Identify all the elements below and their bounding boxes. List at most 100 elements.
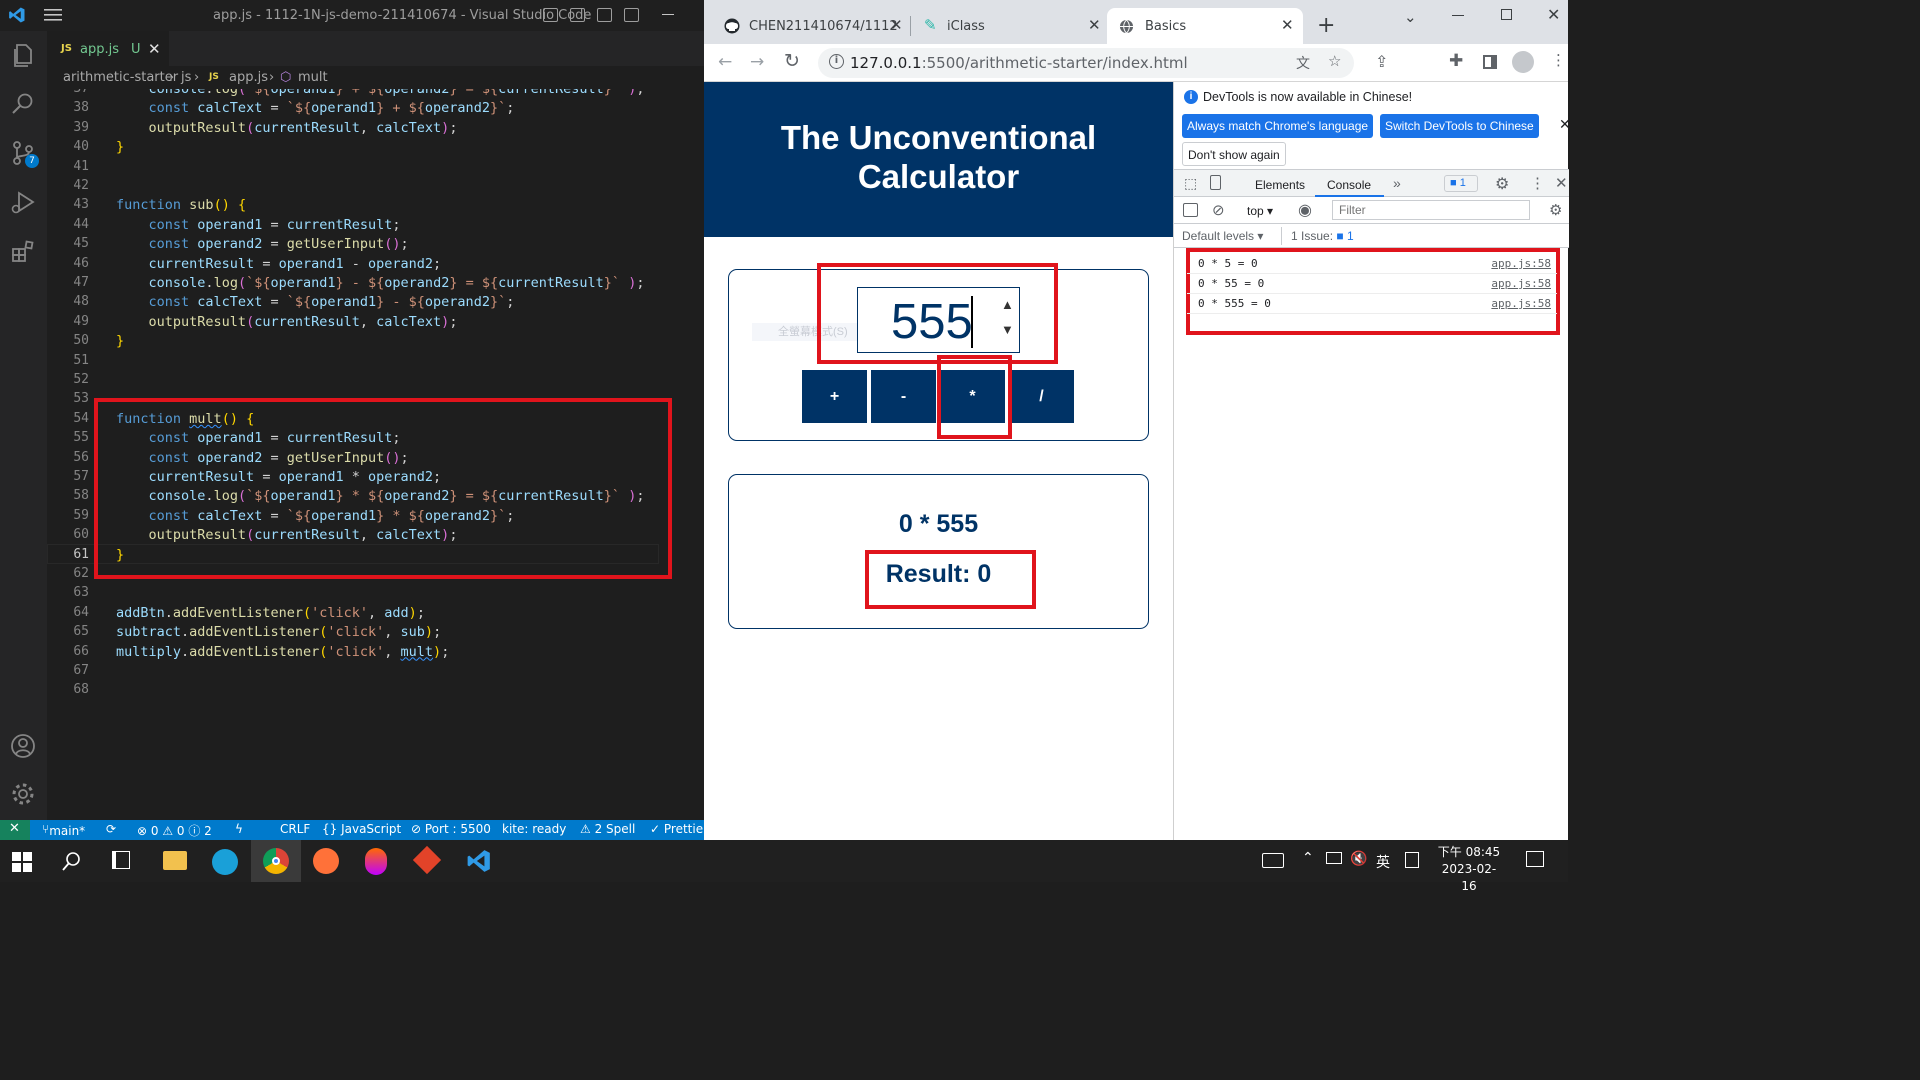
dont-show-again-button[interactable]: Don't show again <box>1182 142 1286 166</box>
always-match-language-button[interactable]: Always match Chrome's language <box>1182 114 1374 138</box>
toggle-secondary-sidebar-icon[interactable] <box>597 8 612 22</box>
notifications-icon[interactable] <box>1526 851 1544 867</box>
customize-layout-icon[interactable] <box>624 8 639 22</box>
spell-status[interactable]: ⚠ 2 Spell <box>580 822 635 836</box>
breadcrumb-symbol[interactable]: mult <box>298 70 328 85</box>
log-source-link[interactable]: app.js:58 <box>1491 277 1551 290</box>
issues-counter[interactable]: 1 Issue: ■ 1 <box>1291 229 1354 243</box>
tab-elements[interactable]: Elements <box>1255 178 1305 192</box>
run-debug-icon[interactable] <box>9 188 37 216</box>
vscode-taskbar-icon[interactable] <box>466 848 492 874</box>
maximize-icon[interactable] <box>1501 9 1512 20</box>
customize-menu-icon[interactable]: ⋮ <box>1530 174 1545 192</box>
chrome-menu-icon[interactable]: ⋮ <box>1551 51 1566 69</box>
profile-avatar[interactable] <box>1512 51 1534 73</box>
file-explorer-icon[interactable] <box>163 851 187 870</box>
tab-search-chevron-icon[interactable]: ⌄ <box>1404 8 1417 26</box>
breadcrumb-file[interactable]: app.js <box>229 70 268 85</box>
eol-indicator[interactable]: CRLF <box>280 822 310 836</box>
accounts-icon[interactable] <box>9 732 37 760</box>
browser-tab-github[interactable]: CHEN211410674/1112 ✕ <box>712 8 910 44</box>
flame-app-icon[interactable] <box>365 848 387 875</box>
explorer-icon[interactable] <box>9 41 37 69</box>
close-tab-icon[interactable]: ✕ <box>890 16 903 34</box>
tab-console[interactable]: Console <box>1327 178 1371 192</box>
close-tab-icon[interactable]: ✕ <box>1281 16 1294 34</box>
browser-tab-basics[interactable]: Basics ✕ <box>1107 8 1303 44</box>
sync-icon[interactable]: ⟳ <box>106 822 116 836</box>
network-icon[interactable] <box>1326 852 1342 864</box>
chevron-up-icon[interactable]: ⌃ <box>1302 850 1314 866</box>
tab-app-js[interactable]: JS app.js U ✕ <box>47 31 169 66</box>
more-tabs-icon[interactable]: » <box>1393 175 1401 191</box>
close-notice-icon[interactable]: ✕ <box>1559 116 1571 133</box>
new-tab-icon[interactable]: + <box>1317 13 1335 38</box>
console-filter-input[interactable] <box>1332 200 1530 220</box>
ime-mode-icon[interactable] <box>1405 852 1419 868</box>
add-button[interactable]: + <box>802 370 867 423</box>
system-clock[interactable]: 下午 08:45 2023-02-16 <box>1437 844 1501 895</box>
volume-muted-icon[interactable]: 🔇 <box>1350 851 1367 867</box>
manage-gear-icon[interactable] <box>9 780 37 808</box>
problems-indicator[interactable]: ⊗ 0 ⚠ 0 ⓘ 2 <box>137 822 212 839</box>
extensions-icon[interactable] <box>9 237 37 265</box>
sidebar-toggle-icon[interactable] <box>1183 203 1198 217</box>
back-icon[interactable]: ← <box>718 52 732 72</box>
device-toolbar-icon[interactable] <box>1210 175 1221 190</box>
side-panel-icon[interactable] <box>1483 55 1497 69</box>
language-indicator[interactable]: {} JavaScript <box>322 822 401 836</box>
search-icon[interactable] <box>9 90 37 118</box>
context-selector[interactable]: top ▾ <box>1247 204 1273 218</box>
minimize-icon[interactable] <box>1452 15 1464 17</box>
toggle-sidebar-icon[interactable] <box>543 8 558 22</box>
live-expression-eye-icon[interactable]: ◉ <box>1298 200 1312 220</box>
prettier-status[interactable]: ✓ Prettier <box>650 822 708 836</box>
firefox-icon[interactable] <box>313 848 339 874</box>
site-info-icon[interactable]: i <box>829 54 844 69</box>
remote-indicator[interactable]: ✕ <box>0 820 30 840</box>
settings-gear-icon[interactable]: ⚙ <box>1495 174 1509 194</box>
windows-start-icon[interactable] <box>12 852 32 872</box>
tab-title: CHEN211410674/1112 <box>749 19 898 34</box>
untracked-indicator: U <box>131 42 141 57</box>
divide-button[interactable]: / <box>1009 370 1074 423</box>
close-devtools-icon[interactable]: ✕ <box>1555 174 1568 192</box>
clear-console-icon[interactable]: ⊘ <box>1212 201 1225 219</box>
log-source-link[interactable]: app.js:58 <box>1491 297 1551 310</box>
task-view-icon[interactable] <box>112 851 130 869</box>
hamburger-menu-icon[interactable] <box>44 8 62 22</box>
address-bar[interactable]: i 127.0.0.1:5500/arithmetic-starter/inde… <box>818 48 1354 78</box>
reload-icon[interactable]: ↻ <box>784 50 800 72</box>
minimize-icon[interactable] <box>662 14 674 15</box>
close-tab-icon[interactable]: ✕ <box>1088 16 1101 34</box>
share-icon[interactable]: ⇪ <box>1375 52 1388 71</box>
subtract-button[interactable]: - <box>871 370 936 423</box>
browser-tab-iclass[interactable]: ✎ iClass ✕ <box>910 8 1107 44</box>
search-icon[interactable] <box>62 851 82 871</box>
inspect-element-icon[interactable]: ⬚ <box>1184 175 1197 192</box>
lightning-icon[interactable]: ϟ <box>235 822 243 836</box>
ime-indicator[interactable]: 英 <box>1376 852 1390 872</box>
bookmark-star-icon[interactable]: ☆ <box>1328 52 1341 70</box>
forward-icon[interactable]: → <box>750 52 764 72</box>
browser-tab-strip: CHEN211410674/1112 ✕ ✎ iClass ✕ Basics ✕… <box>704 0 1568 44</box>
breadcrumb-js-folder[interactable]: js <box>181 70 191 85</box>
globe-icon <box>1119 19 1134 34</box>
log-source-link[interactable]: app.js:58 <box>1491 257 1551 270</box>
branch-indicator[interactable]: ⑂ main* <box>42 822 85 838</box>
log-levels-dropdown[interactable]: Default levels ▾ <box>1182 229 1263 243</box>
keyboard-icon[interactable] <box>1262 853 1284 868</box>
extensions-puzzle-icon[interactable]: ✚ <box>1449 51 1463 71</box>
messages-badge[interactable]: ■ 1 <box>1444 175 1478 192</box>
edge-icon[interactable] <box>212 849 238 875</box>
close-tab-icon[interactable]: ✕ <box>148 40 161 58</box>
breadcrumb-folder[interactable]: arithmetic-starter <box>63 70 178 85</box>
git-app-icon[interactable] <box>412 845 442 875</box>
toggle-panel-icon[interactable] <box>570 8 585 22</box>
close-window-icon[interactable]: ✕ <box>1547 5 1560 24</box>
switch-to-chinese-button[interactable]: Switch DevTools to Chinese <box>1380 114 1539 138</box>
live-server-port[interactable]: ⊘ Port : 5500 <box>411 822 491 836</box>
kite-status[interactable]: kite: ready <box>502 822 566 836</box>
console-settings-gear-icon[interactable]: ⚙ <box>1549 201 1562 219</box>
translate-icon[interactable]: ⽂ <box>1296 53 1310 73</box>
